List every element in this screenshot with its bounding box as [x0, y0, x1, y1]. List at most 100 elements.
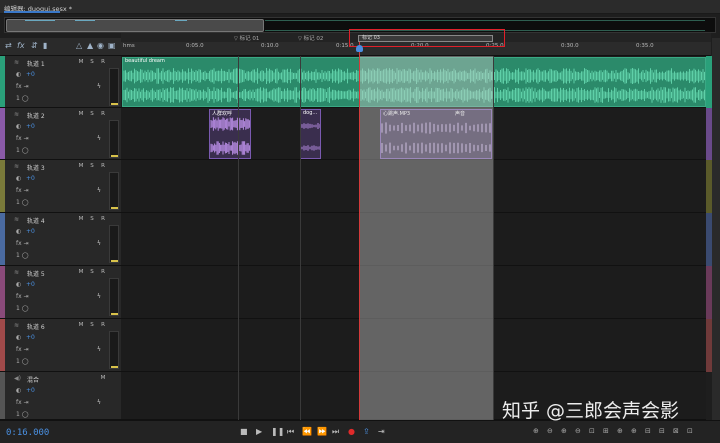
bolt-icon[interactable]: ϟ	[97, 399, 101, 406]
track-header-3[interactable]: ≋ 轨道 3 M S R ◐ +0 fx ⇥ ϟ 1 ◯	[0, 160, 121, 213]
fx-icon[interactable]: fx	[17, 41, 25, 50]
volume-value[interactable]: +0	[26, 123, 35, 130]
zoom-track-out-icon[interactable]: ⊟	[659, 427, 665, 435]
zoom-out-amplitude-icon[interactable]: ⊖	[547, 427, 553, 435]
mute-button[interactable]: M	[99, 375, 107, 381]
zoom-fit-icon[interactable]: ⊠	[673, 427, 679, 435]
mute-button[interactable]: M	[77, 59, 85, 65]
pause-icon[interactable]: ❚❚	[271, 427, 284, 436]
mute-button[interactable]: M	[77, 163, 85, 169]
fx-icon[interactable]: fx ⇥	[16, 135, 29, 142]
zoom-out-time-icon[interactable]: ⊖	[575, 427, 581, 435]
input-icon[interactable]: 1 ◯	[16, 252, 28, 259]
clip-crowd-cheer[interactable]: 人群欢呼	[209, 109, 251, 159]
vertical-scrollbar[interactable]	[712, 38, 720, 430]
track-header-6[interactable]: ≋ 轨道 6 M S R ◐ +0 fx ⇥ ϟ 1 ◯	[0, 319, 121, 372]
zoom-full-icon[interactable]: ⊡	[589, 427, 595, 435]
track-name[interactable]: 轨道 6	[27, 322, 45, 331]
mute-button[interactable]: M	[77, 322, 85, 328]
volume-knob-icon[interactable]: ◐	[16, 387, 21, 394]
track-header-5[interactable]: ≋ 轨道 5 M S R ◐ +0 fx ⇥ ϟ 1 ◯	[0, 266, 121, 319]
solo-button[interactable]: S	[88, 269, 96, 275]
solo-button[interactable]: S	[88, 216, 96, 222]
record-button[interactable]: R	[99, 111, 107, 117]
track-name[interactable]: 轨道 5	[27, 269, 45, 278]
fx-icon[interactable]: fx ⇥	[16, 346, 29, 353]
track-name[interactable]: 轨道 1	[27, 59, 45, 68]
triangle-icon[interactable]: ▲	[87, 41, 93, 50]
fx-icon[interactable]: fx ⇥	[16, 293, 29, 300]
volume-value[interactable]: +0	[26, 334, 35, 341]
zoom-in-left-icon[interactable]: ⊕	[617, 427, 623, 435]
bolt-icon[interactable]: ϟ	[97, 83, 101, 90]
record-button[interactable]: R	[99, 269, 107, 275]
solo-button[interactable]: S	[88, 111, 96, 117]
record-button[interactable]: R	[99, 59, 107, 65]
mix-track-header[interactable]: ◀) 混合 M ◐ +0 fx ⇥ ϟ 1 ◯	[0, 372, 121, 420]
record-button[interactable]: R	[99, 216, 107, 222]
volume-value[interactable]: +0	[26, 71, 35, 78]
bolt-icon[interactable]: ϟ	[97, 240, 101, 247]
zoom-selection-icon[interactable]: ⊞	[603, 427, 609, 435]
mute-button[interactable]: M	[77, 216, 85, 222]
zoom-in-amplitude-icon[interactable]: ⊕	[533, 427, 539, 435]
time-selection[interactable]	[359, 56, 493, 420]
volume-knob-icon[interactable]: ◐	[16, 281, 21, 288]
headphones-icon[interactable]: ◉	[97, 41, 104, 50]
volume-value[interactable]: +0	[26, 175, 35, 182]
input-icon[interactable]: 1 ◯	[16, 411, 28, 418]
marker-01[interactable]: ▽ 标记 01	[234, 34, 259, 42]
track-name[interactable]: 轨道 4	[27, 216, 45, 225]
input-icon[interactable]: 1 ◯	[16, 199, 28, 206]
lock-icon[interactable]: ▣	[108, 41, 116, 50]
marker-02[interactable]: ▽ 标记 02	[298, 34, 323, 42]
volume-value[interactable]: +0	[26, 281, 35, 288]
volume-knob-icon[interactable]: ◐	[16, 228, 21, 235]
fx-icon[interactable]: fx ⇥	[16, 240, 29, 247]
routing-icon[interactable]: ⇵	[31, 41, 38, 50]
fast-forward-icon[interactable]: ⏩	[317, 427, 327, 436]
stop-icon[interactable]: ■	[240, 427, 248, 436]
volume-value[interactable]: +0	[26, 228, 35, 235]
track-header-1[interactable]: ≋ 轨道 1 M S R ◐ +0 fx ⇥ ϟ 1 ◯	[0, 56, 121, 108]
input-icon[interactable]: 1 ◯	[16, 358, 28, 365]
input-icon[interactable]: 1 ◯	[16, 95, 28, 102]
volume-knob-icon[interactable]: ◐	[16, 175, 21, 182]
record-button[interactable]: R	[99, 163, 107, 169]
levels-icon[interactable]: ▮	[43, 41, 47, 50]
go-to-start-icon[interactable]: ⏮	[287, 427, 294, 437]
bolt-icon[interactable]: ϟ	[97, 346, 101, 353]
loop-icon[interactable]: ⇪	[363, 427, 370, 436]
solo-button[interactable]: S	[88, 163, 96, 169]
zoom-reset-icon[interactable]: ⊡	[687, 427, 693, 435]
arrows-icon[interactable]: ⇄	[5, 41, 12, 50]
track-name[interactable]: 轨道 3	[27, 163, 45, 172]
track-name[interactable]: 轨道 2	[27, 111, 45, 120]
clip-dog[interactable]: dog...	[300, 109, 321, 159]
skip-icon[interactable]: ⇥	[378, 427, 385, 436]
volume-knob-icon[interactable]: ◐	[16, 334, 21, 341]
volume-knob-icon[interactable]: ◐	[16, 71, 21, 78]
volume-knob-icon[interactable]: ◐	[16, 123, 21, 130]
zoom-track-in-icon[interactable]: ⊟	[645, 427, 651, 435]
track-header-4[interactable]: ≋ 轨道 4 M S R ◐ +0 fx ⇥ ϟ 1 ◯	[0, 213, 121, 266]
track-header-2[interactable]: ≋ 轨道 2 M S R ◐ +0 fx ⇥ ϟ 1 ◯	[0, 108, 121, 160]
bolt-icon[interactable]: ϟ	[97, 135, 101, 142]
solo-button[interactable]: S	[88, 322, 96, 328]
go-to-end-icon[interactable]: ⏭	[332, 427, 339, 437]
record-icon[interactable]: ●	[348, 427, 355, 436]
mix-track-name[interactable]: 混合	[27, 375, 39, 384]
fx-icon[interactable]: fx ⇥	[16, 399, 29, 406]
fx-icon[interactable]: fx ⇥	[16, 83, 29, 90]
input-icon[interactable]: 1 ◯	[16, 147, 28, 154]
fx-icon[interactable]: fx ⇥	[16, 187, 29, 194]
bolt-icon[interactable]: ϟ	[97, 187, 101, 194]
play-icon[interactable]: ▶	[256, 427, 262, 436]
bolt-icon[interactable]: ϟ	[97, 293, 101, 300]
volume-value[interactable]: +0	[26, 387, 35, 394]
zoom-in-time-icon[interactable]: ⊕	[561, 427, 567, 435]
current-time[interactable]: 0:16.000	[6, 428, 49, 438]
solo-button[interactable]: S	[88, 59, 96, 65]
metronome-icon[interactable]: △	[76, 41, 82, 50]
playhead[interactable]	[359, 42, 360, 420]
